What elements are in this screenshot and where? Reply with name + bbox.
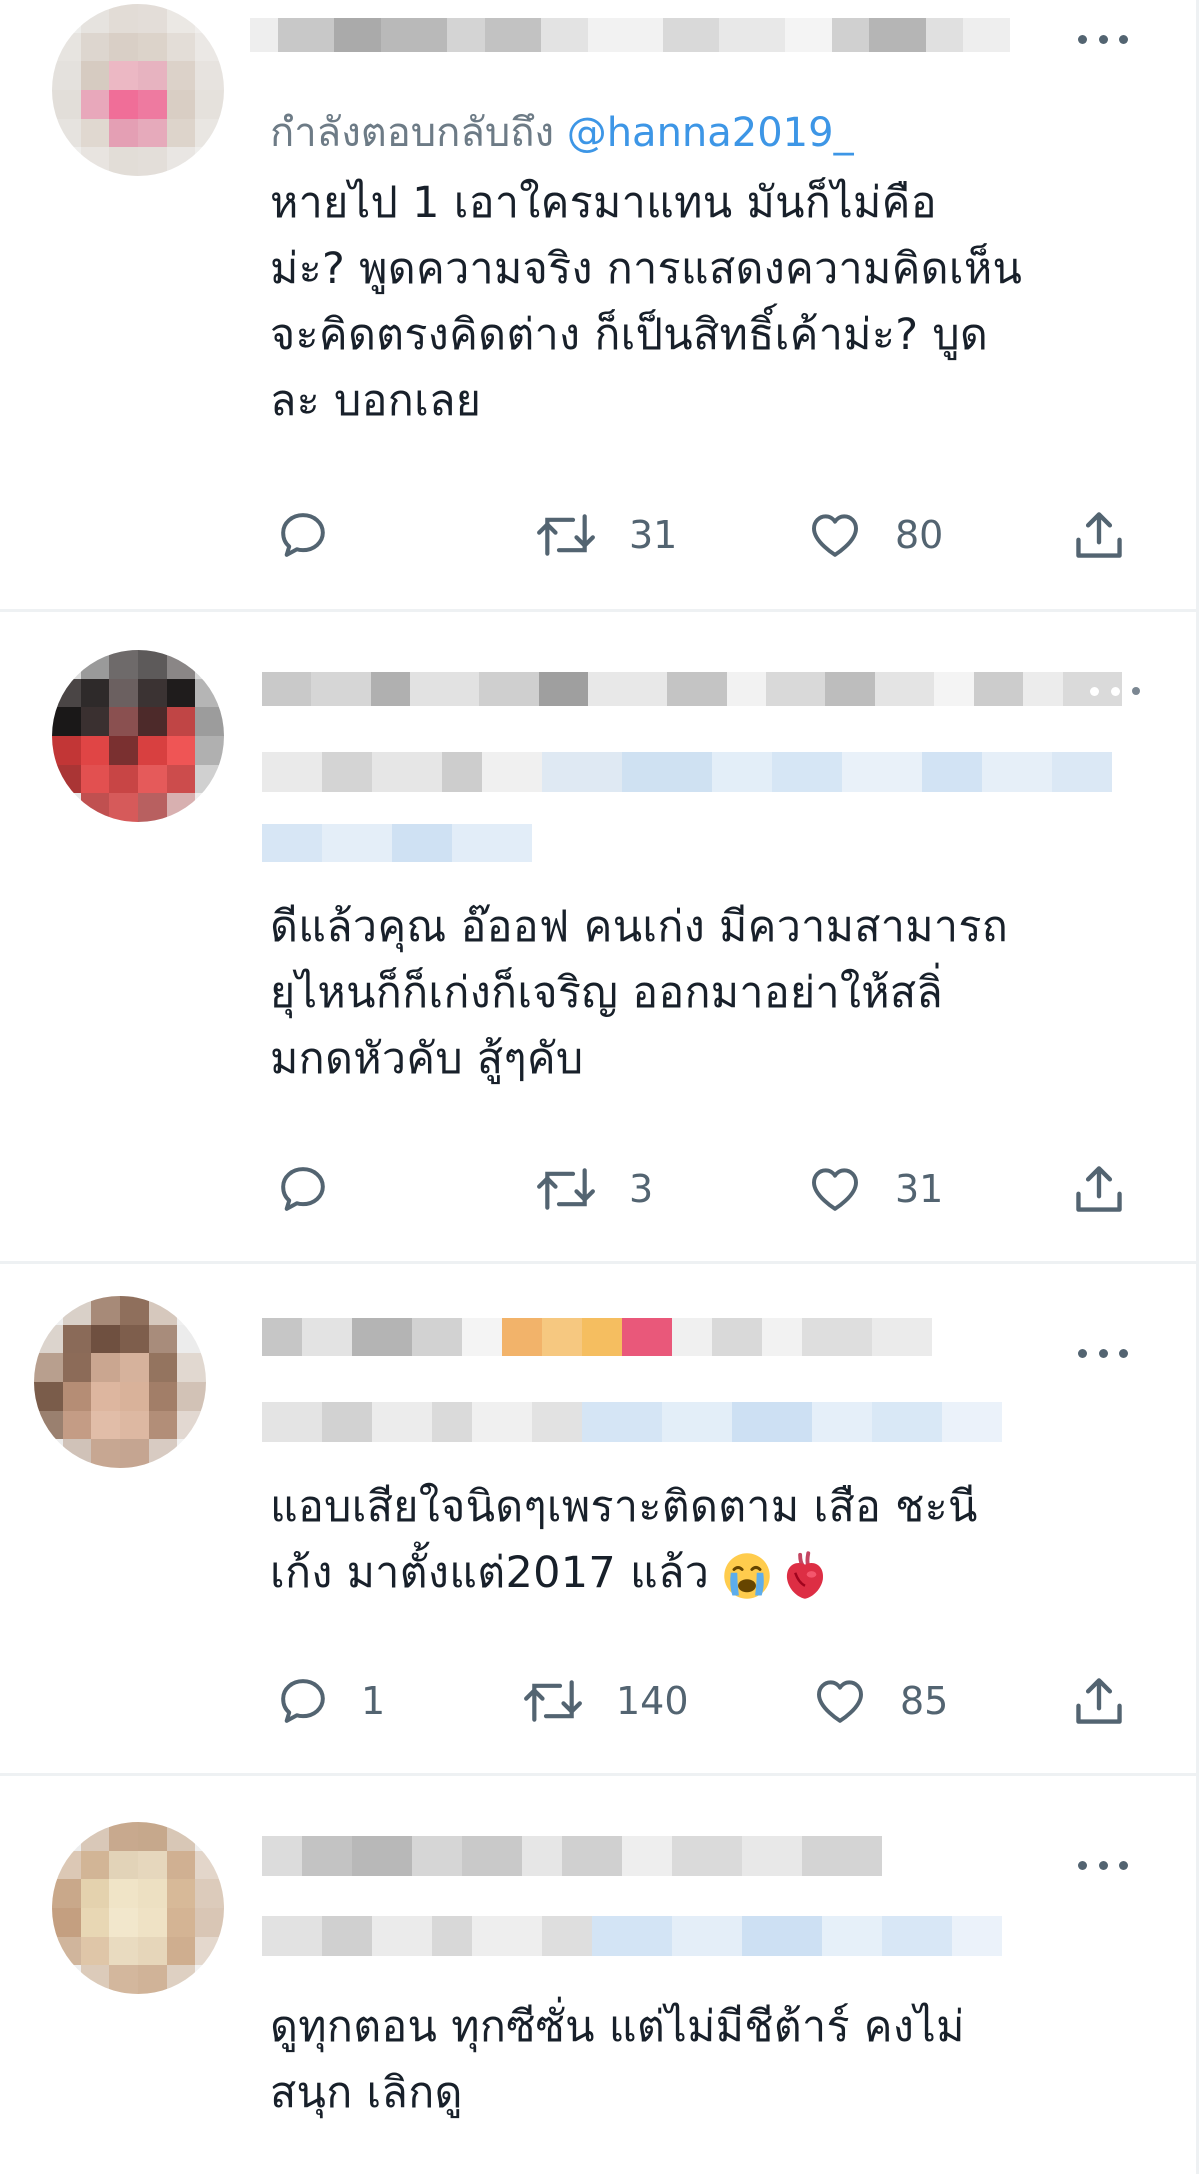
- replying-to: กำลังตอบกลับถึง @hanna2019_: [270, 100, 854, 164]
- like-count: 80: [895, 513, 944, 557]
- tweet-actions: 3 31: [270, 1154, 1150, 1224]
- retweet-icon: [537, 1168, 595, 1210]
- replying-to-label: กำลังตอบกลับถึง: [270, 110, 554, 156]
- like-icon: [812, 514, 858, 557]
- tweet-text: ดีแล้วคุณ อ๊ออฟ คนเก่ง มีความสามารถ ยุไห…: [270, 902, 1009, 1084]
- tweet-text: ดูทุกตอน ทุกซีซั่น แต่ไม่มีชีต้าร์ คงไม่…: [270, 2002, 965, 2118]
- reply-thread: กำลังตอบกลับถึง @hanna2019_ หายไป 1 เอาใ…: [0, 0, 1199, 2174]
- blurred-username[interactable]: [262, 672, 1123, 706]
- like-button[interactable]: 80: [805, 500, 943, 570]
- reply-icon: [281, 1167, 325, 1211]
- reply-button[interactable]: [275, 500, 361, 570]
- share-button[interactable]: [1070, 1666, 1128, 1736]
- blurred-reply-handle[interactable]: [262, 824, 532, 862]
- reply-handle-link[interactable]: @hanna2019_: [567, 110, 854, 156]
- share-button[interactable]: [1070, 500, 1128, 570]
- retweet-count: 140: [616, 1679, 689, 1723]
- tweet[interactable]: ดีแล้วคุณ อ๊ออฟ คนเก่ง มีความสามารถ ยุไห…: [0, 612, 1196, 1264]
- avatar[interactable]: [52, 4, 224, 176]
- tweet-actions: 31 80: [270, 500, 1150, 570]
- blurred-handle[interactable]: [262, 752, 1112, 792]
- tweet[interactable]: กำลังตอบกลับถึง @hanna2019_ หายไป 1 เอาใ…: [0, 0, 1196, 612]
- like-count: 85: [900, 1679, 949, 1723]
- blurred-username[interactable]: [250, 18, 1010, 52]
- retweet-icon: [524, 1680, 582, 1722]
- reply-icon: [281, 513, 325, 557]
- anatomical-heart-emoji: [787, 1550, 824, 1599]
- reply-button[interactable]: 1: [275, 1666, 385, 1736]
- like-button[interactable]: 85: [810, 1666, 948, 1736]
- retweet-button[interactable]: 3: [533, 1154, 653, 1224]
- more-icon[interactable]: [1078, 1346, 1128, 1360]
- avatar[interactable]: [34, 1296, 206, 1468]
- share-button[interactable]: [1070, 1154, 1128, 1224]
- more-icon[interactable]: [1078, 32, 1128, 46]
- like-icon: [817, 1680, 863, 1723]
- tweet[interactable]: แอบเสียใจนิดๆเพราะติดตาม เสือ ชะนี เก้ง …: [0, 1264, 1196, 1776]
- reply-button[interactable]: [275, 1154, 361, 1224]
- retweet-button[interactable]: 140: [520, 1666, 689, 1736]
- more-icon[interactable]: [1090, 684, 1140, 698]
- like-count: 31: [895, 1167, 944, 1211]
- retweet-count: 3: [629, 1167, 654, 1211]
- blurred-handle[interactable]: [262, 1402, 1002, 1442]
- reply-icon: [281, 1679, 325, 1723]
- blurred-username[interactable]: [262, 1836, 882, 1876]
- crying-face-emoji: [724, 1552, 770, 1599]
- retweet-button[interactable]: 31: [533, 500, 677, 570]
- like-icon: [812, 1168, 858, 1211]
- share-icon: [1076, 1678, 1122, 1724]
- tweet[interactable]: ดูทุกตอน ทุกซีซั่น แต่ไม่มีชีต้าร์ คงไม่…: [0, 1776, 1196, 2174]
- share-icon: [1076, 512, 1122, 558]
- tweet-text: แอบเสียใจนิดๆเพราะติดตาม เสือ ชะนี เก้ง …: [270, 1474, 1150, 1606]
- like-button[interactable]: 31: [805, 1154, 943, 1224]
- tweet-text: หายไป 1 เอาใครมาแทน มันก็ไม่คือ ม่ะ? พูด…: [270, 178, 1023, 426]
- blurred-username[interactable]: [262, 1318, 982, 1356]
- tweet-actions: 1 140 85: [270, 1666, 1150, 1736]
- reply-count: 1: [361, 1679, 386, 1723]
- share-icon: [1076, 1166, 1122, 1212]
- avatar[interactable]: [52, 650, 224, 822]
- blurred-handle[interactable]: [262, 1916, 1002, 1956]
- more-icon[interactable]: [1078, 1858, 1128, 1872]
- tweet-text-content: แอบเสียใจนิดๆเพราะติดตาม เสือ ชะนี เก้ง …: [270, 1482, 978, 1598]
- avatar[interactable]: [52, 1822, 224, 1994]
- retweet-count: 31: [629, 513, 678, 557]
- retweet-icon: [537, 514, 595, 556]
